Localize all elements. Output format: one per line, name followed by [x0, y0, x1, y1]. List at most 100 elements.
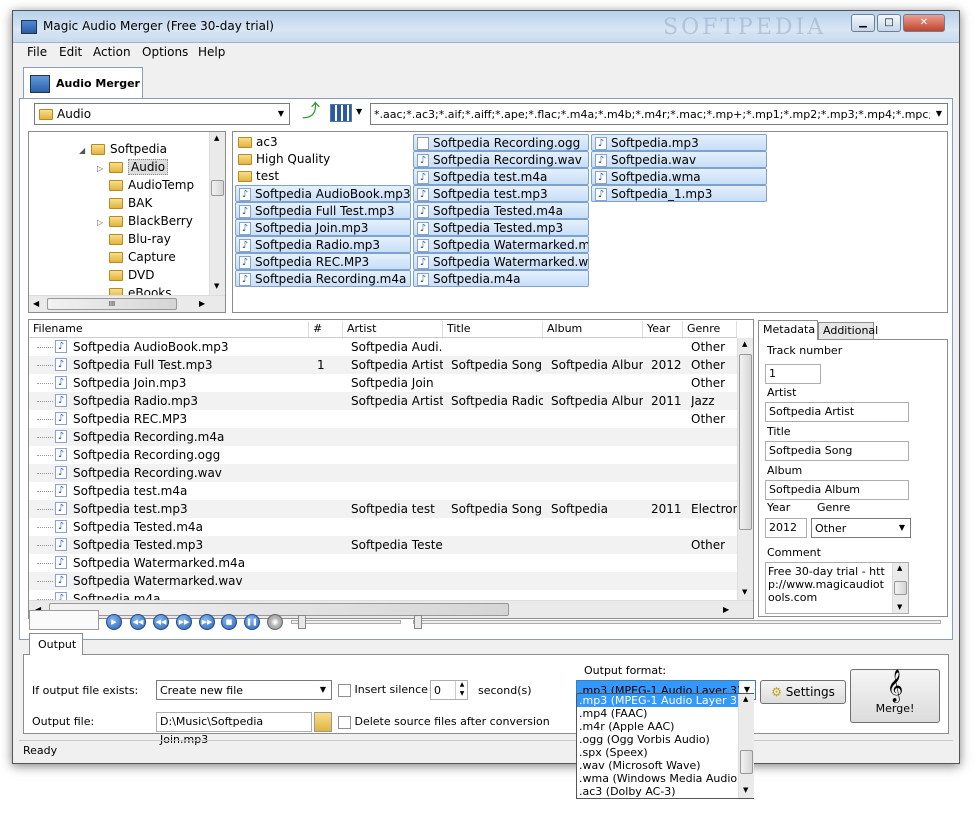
tree-vscrollbar[interactable]: ▲ ▼ [209, 132, 225, 295]
chevron-down-icon[interactable]: ▼ [273, 104, 289, 124]
format-option[interactable]: .spx (Speex) [577, 746, 739, 759]
file-item[interactable]: ♪ Softpedia Watermarked.m4a [413, 236, 589, 253]
file-item[interactable]: ♪ Softpedia Radio.mp3 [235, 236, 411, 253]
table-row[interactable]: ♪ Softpedia Watermarked.wav [29, 572, 737, 590]
file-item[interactable]: ♪ Softpedia AudioBook.mp3 [235, 185, 411, 202]
scroll-left-icon[interactable]: ◀ [33, 299, 39, 308]
comment-field[interactable]: Free 30-day trial - http://www.magicaudi… [765, 562, 909, 614]
if-exists-combo[interactable]: Create new file ▼ [156, 680, 332, 700]
insert-silence-checkbox[interactable]: Insert silence [338, 683, 428, 697]
file-item[interactable]: ♪ Softpedia_1.mp3 [591, 185, 767, 202]
scroll-up-icon[interactable]: ▲ [897, 564, 902, 572]
spinner-up-icon[interactable]: ▲ [455, 681, 468, 690]
table-row[interactable]: ♪ Softpedia Join.mp3 Softpedia Join Other [29, 374, 737, 392]
scroll-down-icon[interactable]: ▼ [742, 588, 747, 596]
genre-combo[interactable]: Other ▼ [811, 518, 911, 538]
minimize-button[interactable]: ▁ [851, 14, 875, 32]
volume-icon[interactable]: ◉ [267, 614, 283, 630]
tree-item[interactable]: AudioTemp [97, 176, 194, 194]
tree-item[interactable]: BAK [97, 194, 152, 212]
tree-item[interactable]: Blu-ray [97, 230, 171, 248]
file-item[interactable]: ♪ Softpedia Tested.mp3 [413, 219, 589, 236]
seek-slider-handle[interactable] [414, 615, 422, 629]
column-header[interactable]: Year [643, 321, 683, 337]
column-header[interactable]: Filename [29, 321, 309, 337]
path-combo[interactable]: Audio ▼ [34, 103, 290, 125]
format-option[interactable]: .ogg (Ogg Vorbis Audio) [577, 733, 739, 746]
file-item[interactable]: ♪ Softpedia.mp3 [591, 134, 767, 151]
tree-expander-icon[interactable]: ◢ [79, 142, 91, 160]
folder-item[interactable]: High Quality [235, 151, 411, 168]
tree-item[interactable]: ▷ Audio [97, 158, 169, 176]
tree-item[interactable]: eBooks [97, 284, 172, 295]
comment-vscrollbar[interactable]: ▲ ▼ [892, 563, 908, 613]
file-item[interactable]: ♪ Softpedia Tested.m4a [413, 202, 589, 219]
silence-spinner[interactable]: 0 ▲ ▼ [430, 680, 468, 700]
up-folder-icon[interactable]: ⤴ [300, 102, 322, 124]
tab-additional[interactable]: Additional [818, 322, 878, 340]
delete-source-checkbox[interactable]: Delete source files after conversion [338, 715, 550, 729]
menu-action[interactable]: Action [93, 45, 131, 59]
menu-options[interactable]: Options [142, 45, 188, 59]
table-row[interactable]: ♪ Softpedia REC.MP3 Other [29, 410, 737, 428]
table-vscrollbar[interactable]: ▲ ▼ [737, 338, 753, 600]
dropdown-vscrollbar[interactable]: ▲ ▼ [738, 694, 754, 798]
table-row[interactable]: ♪ Softpedia Recording.wav [29, 464, 737, 482]
scroll-up-icon[interactable]: ▲ [743, 695, 748, 703]
scroll-down-icon[interactable]: ▼ [214, 282, 219, 290]
stop-icon[interactable]: ■ [221, 614, 237, 630]
table-row[interactable]: ♪ Softpedia Tested.mp3 Softpedia Tested Oth… [29, 536, 737, 554]
file-item[interactable]: ♪ Softpedia REC.MP3 [235, 253, 411, 270]
folder-item[interactable]: test [235, 168, 411, 185]
view-mode-icon[interactable] [330, 104, 352, 122]
scroll-up-icon[interactable]: ▲ [742, 340, 747, 348]
title-field[interactable]: Softpedia Song [765, 441, 909, 461]
folder-tree[interactable]: ◢ Softpedia ▷ Audio AudioTemp BAK ▷ BlackBerry B… [28, 131, 226, 313]
tab-metadata[interactable]: Metadata [758, 320, 818, 340]
comment-vscroll-thumb[interactable] [894, 581, 907, 595]
file-item[interactable]: ♪ Softpedia Join.mp3 [235, 219, 411, 236]
format-option[interactable]: .wma (Windows Media Audio) [577, 772, 741, 785]
table-row[interactable]: ♪ Softpedia Full Test.mp3 1 Softpedia Artis… [29, 356, 737, 374]
file-list[interactable]: ac3 High Quality test ♪ Softpedia AudioBook.… [232, 131, 948, 313]
spinner-down-icon[interactable]: ▼ [455, 690, 468, 699]
file-item[interactable]: ♪ Softpedia Full Test.mp3 [235, 202, 411, 219]
menu-file[interactable]: File [27, 45, 47, 59]
artist-field[interactable]: Softpedia Artist [765, 402, 909, 422]
dropdown-vscroll-thumb[interactable] [740, 750, 753, 774]
settings-button[interactable]: ⚙ Settings [760, 680, 846, 704]
file-item[interactable]: ♪ Softpedia.wav [591, 151, 767, 168]
fast-forward-icon[interactable]: ▶▶ [176, 614, 192, 630]
format-option[interactable]: .m4r (Apple AAC) [577, 720, 739, 733]
tree-item[interactable]: ◢ Softpedia [79, 140, 167, 158]
chevron-down-icon[interactable]: ▼ [315, 681, 331, 699]
close-button[interactable]: ✕ [903, 14, 945, 32]
table-vscroll-thumb[interactable] [739, 354, 752, 530]
menu-help[interactable]: Help [198, 45, 225, 59]
scroll-down-icon[interactable]: ▼ [897, 603, 902, 611]
column-header[interactable]: # [309, 321, 343, 337]
tree-vscroll-thumb[interactable] [211, 180, 224, 196]
browse-folder-icon[interactable] [314, 712, 332, 732]
format-option[interactable]: .mp4 (FAAC) [577, 707, 739, 720]
seek-slider[interactable] [413, 615, 941, 629]
output-file-field[interactable]: D:\Music\Softpedia Join.mp3 [156, 712, 312, 746]
table-row[interactable]: ♪ Softpedia Tested.m4a [29, 518, 737, 536]
delete-source-check[interactable] [338, 715, 351, 729]
scroll-down-icon[interactable]: ▼ [743, 786, 748, 794]
column-header[interactable]: Album [543, 321, 643, 337]
filter-combo[interactable]: *.aac;*.ac3;*.aif;*.aiff;*.ape;*.flac;*.… [370, 103, 948, 125]
pause-icon[interactable]: ❚❚ [244, 614, 260, 630]
column-header[interactable]: Title [443, 321, 543, 337]
tree-hscroll-thumb[interactable]: III [47, 298, 177, 310]
maximize-button[interactable]: □ [877, 14, 901, 32]
skip-end-icon[interactable]: ▶▶ [199, 614, 215, 630]
table-row[interactable]: ♪ Softpedia Recording.m4a [29, 428, 737, 446]
table-row[interactable]: ♪ Softpedia AudioBook.mp3 Softpedia Audi..… [29, 338, 737, 356]
chevron-down-icon[interactable]: ▼ [931, 104, 947, 124]
track-number-field[interactable]: 1 [765, 364, 821, 384]
chevron-down-icon[interactable]: ▼ [894, 519, 910, 537]
merge-button[interactable]: 𝄞 Merge! [850, 669, 940, 723]
title-bar[interactable]: Magic Audio Merger (Free 30-day trial) S… [13, 11, 959, 43]
file-item[interactable]: ♪ Softpedia.wma [591, 168, 767, 185]
